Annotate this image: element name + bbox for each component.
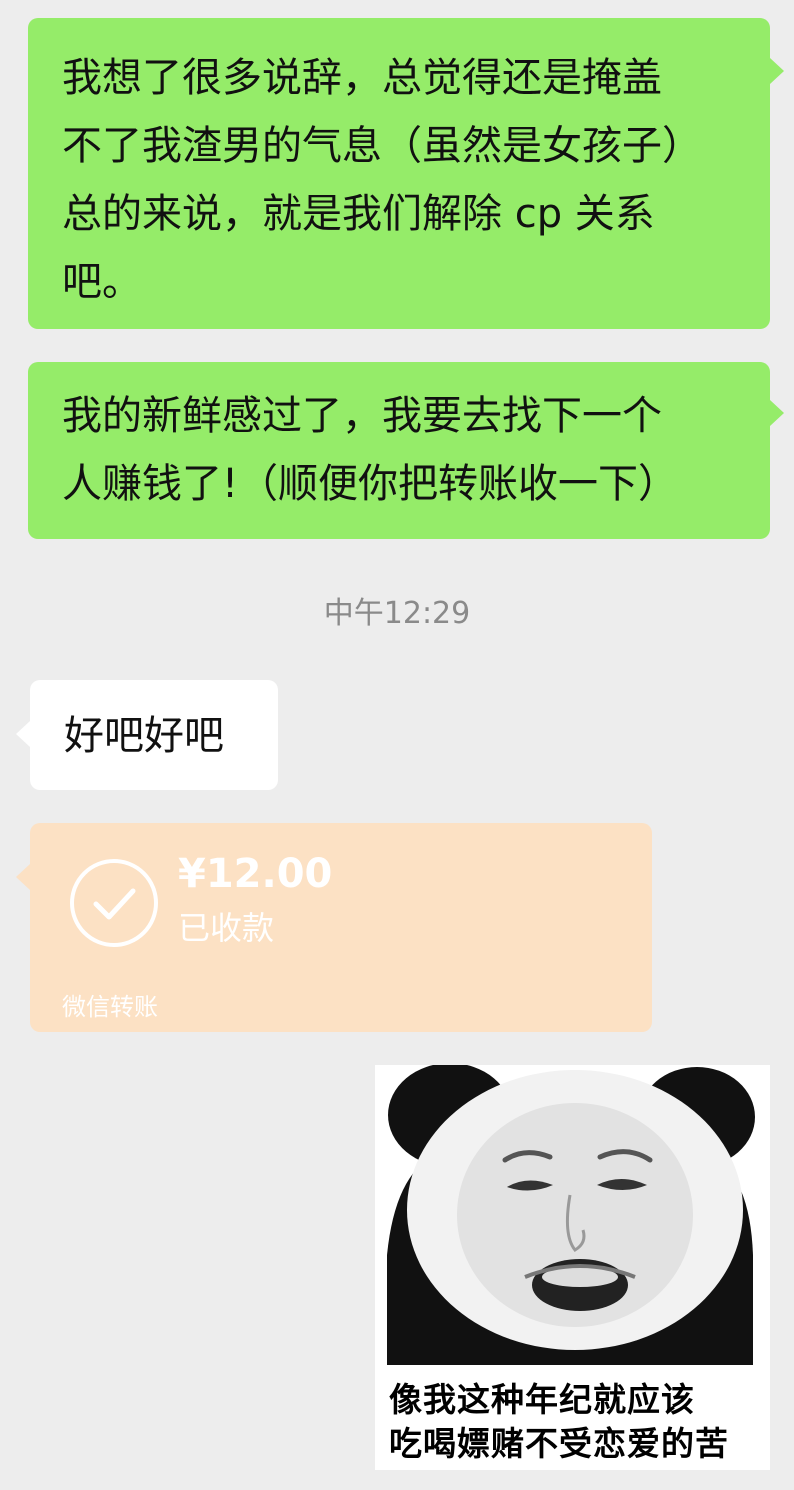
message-line: 总的来说，就是我们解除 cp 关系 (62, 191, 655, 237)
sticker-caption-line: 吃喝嫖赌不受恋爱的苦 (389, 1424, 729, 1463)
transfer-status: 已收款 (178, 909, 275, 947)
panda-face-icon (387, 1065, 755, 1365)
sent-message-bubble[interactable]: 我想了很多说辞，总觉得还是掩盖 不了我渣男的气息（虽然是女孩子） 总的来说，就是… (28, 18, 770, 329)
transfer-footer-label: 微信转账 (62, 993, 158, 1021)
message-line: 我想了很多说辞，总觉得还是掩盖 (62, 55, 662, 101)
wechat-transfer-card[interactable]: ¥12.00 已收款 微信转账 (30, 823, 652, 1032)
received-message-bubble[interactable]: 好吧好吧 (30, 680, 278, 790)
message-line: 人赚钱了!（顺便你把转账收一下） (62, 461, 679, 507)
bubble-tail (16, 864, 30, 890)
sent-message-bubble[interactable]: 我的新鲜感过了，我要去找下一个 人赚钱了!（顺便你把转账收一下） (28, 362, 770, 539)
check-circle-icon (70, 859, 158, 947)
sticker-caption-line: 像我这种年纪就应该 (389, 1380, 695, 1419)
message-timestamp: 中午12:29 (323, 596, 471, 631)
bubble-tail (770, 400, 784, 426)
check-icon (93, 888, 136, 920)
bubble-tail (770, 58, 784, 84)
panda-meme-sticker[interactable]: 像我这种年纪就应该 吃喝嫖赌不受恋爱的苦 (375, 1065, 770, 1470)
message-line: 我的新鲜感过了，我要去找下一个 (62, 393, 662, 439)
bubble-tail (16, 721, 30, 747)
message-line: 不了我渣男的气息（虽然是女孩子） (62, 123, 702, 169)
message-line: 吧。 (62, 259, 142, 305)
transfer-amount: ¥12.00 (178, 851, 333, 897)
message-text: 好吧好吧 (64, 713, 224, 759)
